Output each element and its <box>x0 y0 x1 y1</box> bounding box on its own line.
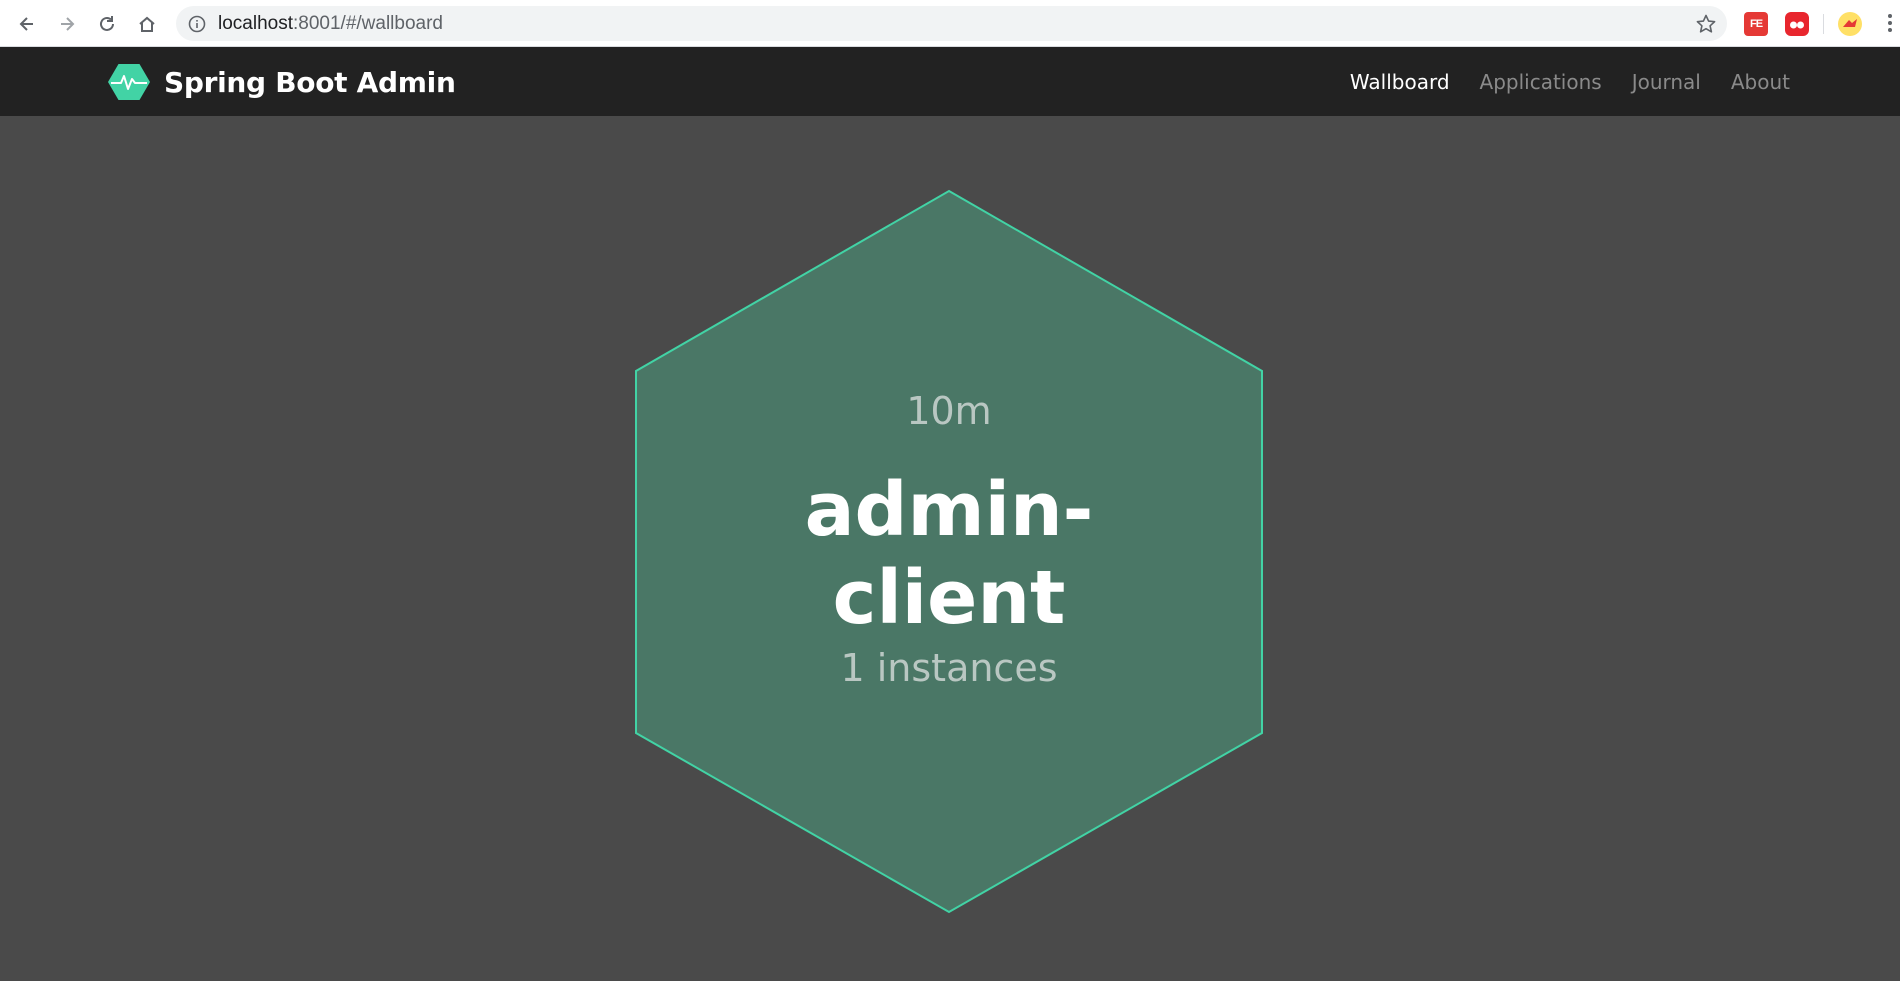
application-name-line1: admin- <box>804 467 1094 553</box>
brand[interactable]: Spring Boot Admin <box>108 62 456 102</box>
nav-links: Wallboard Applications Journal About <box>1320 47 1790 116</box>
reload-icon[interactable] <box>92 9 122 39</box>
nav-applications[interactable]: Applications <box>1480 70 1602 94</box>
home-icon[interactable] <box>132 9 162 39</box>
bird-extension-icon[interactable] <box>1838 12 1862 36</box>
fe-extension-icon[interactable]: FE <box>1744 12 1768 36</box>
application-name: admin- client <box>636 466 1262 642</box>
nav-about[interactable]: About <box>1731 70 1790 94</box>
brand-title: Spring Boot Admin <box>164 65 456 99</box>
url-host: localhost <box>218 12 293 34</box>
application-name-line2: client <box>832 555 1066 641</box>
info-icon[interactable] <box>188 15 206 33</box>
back-arrow-icon[interactable] <box>12 9 42 39</box>
red-extension-icon[interactable] <box>1785 12 1809 36</box>
star-icon[interactable] <box>1695 13 1717 35</box>
url-path: :8001/#/wallboard <box>293 12 443 34</box>
url-text: localhost:8001/#/wallboard <box>218 13 443 35</box>
app-navbar: Spring Boot Admin Wallboard Applications… <box>0 47 1900 116</box>
kebab-menu-icon[interactable] <box>1886 12 1894 36</box>
nav-wallboard[interactable]: Wallboard <box>1350 70 1450 94</box>
fe-extension-label: FE <box>1749 18 1763 30</box>
spring-boot-admin-logo-icon <box>108 64 150 100</box>
browser-toolbar: localhost:8001/#/wallboard FE <box>0 0 1900 47</box>
address-bar[interactable]: localhost:8001/#/wallboard <box>176 6 1727 41</box>
application-instances: 1 instances <box>840 646 1058 690</box>
wallboard: 10m admin- client 1 instances <box>0 116 1900 981</box>
toolbar-separator <box>1823 14 1824 34</box>
application-uptime: 10m <box>906 389 992 433</box>
nav-journal[interactable]: Journal <box>1632 70 1701 94</box>
forward-arrow-icon[interactable] <box>52 9 82 39</box>
